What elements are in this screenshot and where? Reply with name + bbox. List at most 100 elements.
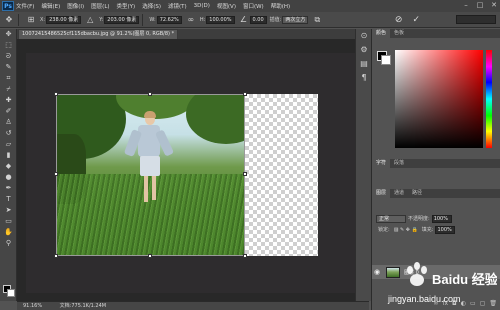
menu-image[interactable]: 图像(I) [67, 2, 84, 10]
divider [142, 13, 144, 26]
color-picker-field[interactable] [395, 50, 483, 148]
visibility-eye-icon[interactable]: ◉ [372, 268, 382, 276]
w-label: W: [149, 16, 156, 23]
status-bar: 91.16% 文档:775.1K/1.24M [17, 301, 369, 310]
adjustments-icon[interactable]: ▤ [356, 57, 372, 71]
watermark-url: jingyan.baidu.com [387, 294, 461, 304]
menu-file[interactable]: 文件(F) [16, 2, 34, 10]
eyedropper-tool-icon[interactable]: ⌿ [0, 84, 17, 95]
menu-view[interactable]: 视图(V) [217, 2, 236, 10]
dodge-tool-icon[interactable]: ● [0, 172, 17, 183]
transform-handle[interactable] [54, 92, 58, 96]
workspace-dropdown[interactable] [456, 15, 496, 24]
history-brush-tool-icon[interactable]: ↺ [0, 128, 17, 139]
menu-help[interactable]: 帮助(H) [271, 2, 290, 10]
opacity-field[interactable]: 100% [431, 214, 452, 223]
paragraph-icon[interactable]: ¶ [356, 71, 372, 85]
properties-icon[interactable]: ⚙ [356, 43, 372, 57]
document-size: 文档:775.1K/1.24M [59, 303, 107, 309]
blur-tool-icon[interactable]: ◆ [0, 161, 17, 172]
menu-filter[interactable]: 滤镜(T) [168, 2, 187, 10]
link-icon[interactable]: ∞ [185, 14, 197, 26]
interpolation-label: 插值: [269, 17, 282, 23]
move-tool-icon[interactable]: ✥ [0, 29, 17, 40]
transform-handle[interactable] [54, 254, 58, 258]
type-tool-icon[interactable]: T [0, 194, 17, 205]
lock-row: 锁定: ▨ ✎ ✥ 🔒 填充: 100% [372, 224, 500, 235]
fill-field[interactable]: 100% [435, 225, 456, 234]
hand-tool-icon[interactable]: ✋ [0, 227, 17, 238]
baidu-watermark: Baidu 经验 jingyan.baidu.com [382, 256, 499, 306]
interpolation-dropdown[interactable]: 两次立方 [282, 15, 309, 24]
commit-transform-button[interactable]: ✓ [412, 14, 420, 26]
pen-tool-icon[interactable]: ✒ [0, 183, 17, 194]
quick-select-tool-icon[interactable]: ✎ [0, 62, 17, 73]
menu-type[interactable]: 类型(Y) [117, 2, 136, 10]
transform-handle[interactable] [148, 92, 152, 96]
zoom-level[interactable]: 91.16% [23, 303, 42, 309]
document-tab[interactable]: 10072415486525cf115dbacbu.jpg @ 91.2%(图层… [18, 29, 178, 39]
menu-3d[interactable]: 3D(D) [194, 3, 210, 9]
menu-edit[interactable]: 编辑(E) [41, 2, 60, 10]
tab-paragraph[interactable]: 段落 [390, 159, 408, 168]
lock-label: 锁定: [378, 227, 390, 233]
menu-window[interactable]: 窗口(W) [243, 2, 264, 10]
tab-character[interactable]: 字符 [372, 159, 391, 168]
window-controls: – □ ✕ [462, 1, 498, 9]
stamp-tool-icon[interactable]: ♙ [0, 117, 17, 128]
gradient-tool-icon[interactable]: ▮ [0, 150, 17, 161]
options-bar: ✥ ⊞ X: 238.00 像素 △ Y: 203.00 像素 W: 72.62… [0, 12, 500, 28]
close-button[interactable]: ✕ [490, 1, 498, 9]
brush-tool-icon[interactable]: ✐ [0, 106, 17, 117]
background-color-swatch[interactable] [7, 289, 15, 297]
eraser-tool-icon[interactable]: ▱ [0, 139, 17, 150]
width-field[interactable]: 72.62% [156, 15, 182, 24]
lasso-tool-icon[interactable]: ᘐ [0, 51, 17, 62]
transform-handle[interactable] [54, 172, 58, 176]
character-panel-tabs: 字符 段落 [372, 159, 500, 168]
y-label: Y: [99, 16, 104, 23]
history-icon[interactable]: ⊙ [356, 29, 372, 43]
cancel-transform-button[interactable]: ⊘ [395, 14, 403, 26]
blend-mode-dropdown[interactable]: 正常 [376, 214, 406, 223]
delta-icon[interactable]: △ [84, 14, 96, 26]
y-field[interactable]: 203.00 像素 [104, 15, 140, 24]
tools-panel: ✥ ⬚ ᘐ ✎ ⌗ ⌿ ✚ ✐ ♙ ↺ ▱ ▮ ◆ ● ✒ T ➤ ▭ ✋ ⚲ [0, 29, 17, 301]
baidu-paw-logo: Baidu 经验 jingyan.baidu.com [387, 262, 499, 304]
background-color-swatch[interactable] [381, 55, 391, 65]
panel-icons-column: ⊙ ⚙ ▤ ¶ [355, 29, 371, 301]
hue-slider[interactable] [486, 50, 492, 148]
height-field[interactable]: 100.00% [206, 15, 235, 24]
free-transform-box[interactable] [54, 92, 247, 258]
path-select-tool-icon[interactable]: ➤ [0, 205, 17, 216]
menu-select[interactable]: 选择(S) [142, 2, 161, 10]
divider [18, 13, 19, 26]
menu-layer[interactable]: 图层(L) [91, 2, 109, 10]
move-tool-icon[interactable]: ✥ [3, 14, 15, 26]
transform-handle[interactable] [243, 92, 247, 96]
x-field[interactable]: 238.00 像素 [46, 15, 82, 24]
maximize-button[interactable]: □ [476, 1, 484, 9]
tab-paths[interactable]: 路径 [408, 189, 426, 198]
tab-color[interactable]: 颜色 [372, 29, 391, 38]
tab-layers[interactable]: 图层 [372, 189, 391, 198]
marquee-tool-icon[interactable]: ⬚ [0, 40, 17, 51]
healing-brush-tool-icon[interactable]: ✚ [0, 95, 17, 106]
angle-field[interactable]: 0.00 [249, 15, 267, 24]
warp-icon[interactable]: ⧉ [311, 14, 323, 26]
tab-swatches[interactable]: 色板 [390, 29, 408, 38]
reference-point-icon[interactable]: ⊞ [25, 14, 37, 26]
transform-handle[interactable] [243, 172, 247, 176]
lock-icons[interactable]: ▨ ✎ ✥ 🔒 [394, 227, 418, 233]
tab-channels[interactable]: 通道 [390, 189, 408, 198]
menu-bar: Ps 文件(F) 编辑(E) 图像(I) 图层(L) 类型(Y) 选择(S) 滤… [0, 0, 500, 12]
opacity-label: 不透明度: [408, 216, 430, 222]
crop-tool-icon[interactable]: ⌗ [0, 73, 17, 84]
zoom-tool-icon[interactable]: ⚲ [0, 238, 17, 249]
transform-handle[interactable] [148, 254, 152, 258]
minimize-button[interactable]: – [462, 1, 470, 9]
shape-tool-icon[interactable]: ▭ [0, 216, 17, 227]
photoshop-logo: Ps [2, 1, 14, 11]
transform-handle[interactable] [243, 254, 247, 258]
angle-icon: ∠ [239, 14, 248, 24]
